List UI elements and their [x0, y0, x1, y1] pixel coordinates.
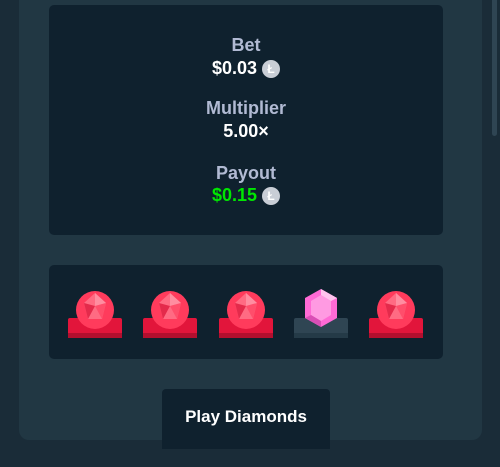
bet-summary-panel: Bet $0.03 Multiplier 5.00× Payout $0.15 [49, 5, 443, 235]
play-diamonds-button[interactable]: Play Diamonds [162, 389, 330, 449]
gem-slot [367, 285, 425, 343]
bet-value-row: $0.03 [49, 58, 443, 79]
red-gem-icon [68, 291, 122, 338]
payout-value-row: $0.15 [49, 185, 443, 206]
litecoin-icon [262, 186, 281, 205]
bet-value: $0.03 [211, 58, 258, 78]
bet-label: Bet [231, 35, 261, 55]
red-gem-icon [143, 291, 197, 338]
gem-slot [217, 285, 275, 343]
gems-result-panel [49, 265, 443, 359]
gem-slot [292, 285, 350, 343]
red-gem-icon [219, 291, 273, 338]
pink-gem-icon [294, 289, 348, 338]
payout-label: Payout [215, 163, 276, 183]
multiplier-label: Multiplier [206, 98, 286, 118]
red-gem-icon [369, 291, 423, 338]
multiplier-value-row: 5.00× [49, 121, 443, 142]
scrollbar[interactable] [492, 0, 497, 136]
litecoin-icon [262, 59, 281, 78]
gem-slot [141, 285, 199, 343]
gem-slot [66, 285, 124, 343]
multiplier-value: 5.00× [223, 121, 269, 141]
payout-value: $0.15 [211, 185, 258, 205]
